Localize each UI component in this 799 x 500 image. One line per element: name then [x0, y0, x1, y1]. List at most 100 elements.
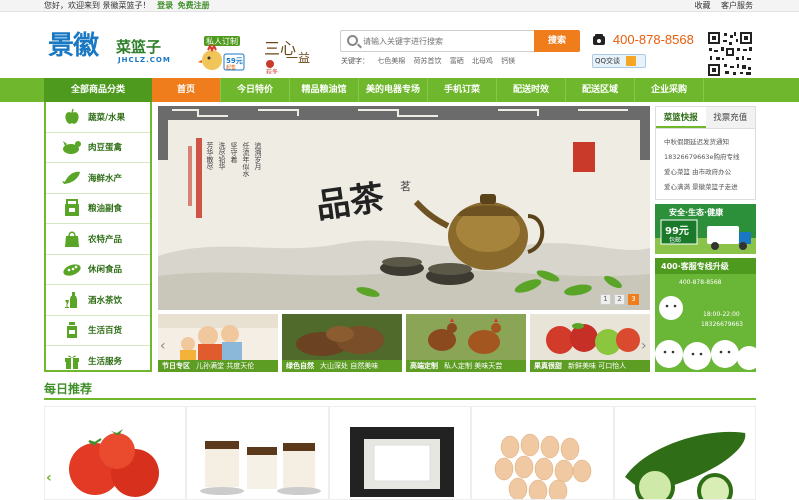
- news-text: 爱心满满 景徽菜篮子走进: [664, 183, 738, 191]
- banner-page-dot[interactable]: 1: [600, 294, 611, 305]
- search-box: 搜索: [340, 30, 580, 52]
- nav-item-grain-oil[interactable]: 精品粮油馆: [290, 78, 359, 102]
- nav-items: 首页 今日特价 精品粮油馆 美的电器专场 手机订菜 配送时效 配送区域 企业采购: [152, 78, 704, 102]
- register-link[interactable]: 免费注册: [178, 1, 210, 10]
- svg-text:私人订制: 私人订制: [206, 36, 238, 46]
- thumb-caption: 绿色自然 大山深处 自然美味: [282, 360, 402, 372]
- category-item[interactable]: 生活百货: [46, 316, 150, 346]
- category-item[interactable]: 酒水茶饮: [46, 285, 150, 316]
- news-item[interactable]: 爱心菜篮 由市政府办公: [664, 165, 755, 180]
- qq-chat-button[interactable]: QQ交谈: [592, 54, 646, 68]
- category-item[interactable]: 粮油副食: [46, 194, 150, 224]
- gift-box-icon: [62, 352, 82, 370]
- category-label: 海鲜水产: [88, 173, 123, 184]
- category-label: 蔬菜/水果: [88, 112, 126, 123]
- customer-service-link[interactable]: 客户服务: [721, 1, 753, 10]
- banner-page-dot[interactable]: 2: [614, 294, 625, 305]
- promo-badge-chicken[interactable]: 私人订制 59元 起售: [196, 30, 248, 76]
- hot-keyword[interactable]: 北母鸡: [472, 57, 493, 65]
- search-icon: [347, 35, 358, 46]
- news-item[interactable]: 18326679663e购府专线: [664, 150, 755, 165]
- delivery-ad[interactable]: 安全·生态·健康 99元 包邮: [655, 204, 756, 254]
- thumb-caption: 高端定制 私人定制 美味天尝: [406, 360, 526, 372]
- tab-recharge[interactable]: 找票充值: [705, 107, 755, 128]
- category-label: 粮油副食: [88, 204, 123, 215]
- nav-item-enterprise[interactable]: 企业采购: [635, 78, 704, 102]
- product-card-eggs[interactable]: [471, 406, 614, 500]
- category-label: 农特产品: [88, 234, 123, 245]
- all-categories-button[interactable]: 全部商品分类: [44, 78, 152, 102]
- news-item[interactable]: 爱心满满 景徽菜篮子走进: [664, 180, 755, 195]
- product-card-tofu[interactable]: [328, 406, 472, 500]
- promo-thumbnails: 节日专区 儿孙满堂 共度天伦 绿色自然 大山深处 自然美味 高端定制 私人定制 美味天…: [158, 314, 650, 372]
- chevron-left-icon[interactable]: ‹: [160, 338, 166, 354]
- phone-icon: [593, 33, 605, 45]
- category-item[interactable]: 生活服务: [46, 346, 150, 377]
- chevron-left-icon[interactable]: ‹: [46, 470, 52, 486]
- banner-poem-line: 洗尽铅华: [218, 141, 226, 171]
- banner-poem-line: 芳华散尽: [206, 141, 214, 171]
- qr-code: [706, 30, 754, 78]
- top-bar: 您好，欢迎来到 景徽菜篮子！ 登录 免费注册 收藏 客户服务: [0, 0, 799, 12]
- news-item[interactable]: 中秋假期延迟发货通知: [664, 135, 755, 150]
- thumb-title: 果真很甜: [534, 362, 562, 370]
- grain-bag-icon: [62, 199, 82, 217]
- thumb-title: 节日专区: [162, 362, 190, 370]
- chicken-icon: [62, 138, 82, 156]
- search-button[interactable]: 搜索: [534, 30, 580, 52]
- category-item[interactable]: 蔬菜/水果: [46, 102, 150, 133]
- chevron-right-icon[interactable]: ›: [641, 338, 647, 354]
- login-link[interactable]: 登录: [157, 1, 173, 10]
- hot-keyword[interactable]: 荷苏首饮: [413, 57, 441, 65]
- promo-thumb-natural[interactable]: 绿色自然 大山深处 自然美味: [282, 314, 402, 372]
- hot-keyword[interactable]: 钙镁: [501, 57, 515, 65]
- banner-page-dot-active[interactable]: 3: [628, 294, 639, 305]
- phone-number: 400-878-8568: [612, 32, 694, 47]
- product-card-tomato[interactable]: [44, 406, 187, 500]
- category-item[interactable]: 海鲜水产: [46, 163, 150, 194]
- site-logo[interactable]: 景徽 菜篮子 JHCLZ.COM: [48, 32, 178, 72]
- thumb-subtitle: 私人定制 美味天尝: [444, 362, 503, 370]
- category-item[interactable]: 农特产品: [46, 224, 150, 255]
- delivery-unit: 包邮: [669, 236, 681, 244]
- hotline-mobile: 18326679663: [701, 321, 743, 328]
- welcome-text: 您好，欢迎来到 景徽菜篮子！: [44, 1, 151, 10]
- apple-icon: [62, 108, 82, 126]
- product-card-tofu-dish[interactable]: [186, 406, 329, 500]
- product-card-cucumber[interactable]: [613, 406, 756, 500]
- phone-contact: 400-878-8568: [592, 32, 694, 52]
- hero-banner[interactable]: 追溯岁月 任流年似水 坚守着 洗尽铅华 芳华散尽 品茶 茗: [158, 106, 650, 310]
- header: 景徽 菜篮子 JHCLZ.COM 私人订制 59元 起售 三心 一益 荻冬 搜索…: [0, 12, 799, 78]
- promo-thumb-custom[interactable]: 高端定制 私人定制 美味天尝: [406, 314, 526, 372]
- thumb-title: 高端定制: [410, 362, 438, 370]
- news-text: 18326679663e购府专线: [664, 153, 740, 161]
- svg-text:荻冬: 荻冬: [266, 68, 278, 74]
- category-sidebar: 蔬菜/水果 肉豆蛋禽 海鲜水产 粮油副食 农特产品 休闲食品 酒水茶饮 生活百货…: [44, 102, 152, 372]
- category-item[interactable]: 肉豆蛋禽: [46, 133, 150, 163]
- nav-item-home[interactable]: 首页: [152, 78, 221, 102]
- hot-keyword[interactable]: 富硒: [450, 57, 464, 65]
- nav-item-delivery-time[interactable]: 配送时效: [497, 78, 566, 102]
- promo-badge-seal[interactable]: 三心 一益 荻冬: [262, 32, 312, 76]
- search-input[interactable]: [363, 33, 523, 49]
- banner-poem-line: 坚守着: [230, 141, 238, 164]
- category-label: 酒水茶饮: [88, 295, 123, 306]
- section-title: 每日推荐: [44, 382, 93, 396]
- nav-item-mobile-order[interactable]: 手机订菜: [428, 78, 497, 102]
- hotline-phone: 400-878-8568: [679, 279, 722, 286]
- category-item[interactable]: 休闲食品: [46, 255, 150, 285]
- tab-news[interactable]: 菜篮快报: [656, 107, 706, 128]
- nav-item-appliances[interactable]: 美的电器专场: [359, 78, 428, 102]
- thumb-caption: 果真很甜 新鲜美味 可口怡人: [530, 360, 650, 372]
- nav-item-delivery-area[interactable]: 配送区域: [566, 78, 635, 102]
- promo-thumb-holiday[interactable]: 节日专区 儿孙满堂 共度天伦: [158, 314, 278, 372]
- hot-keyword[interactable]: 七色美棉: [377, 57, 405, 65]
- favorite-link[interactable]: 收藏: [694, 1, 710, 10]
- svg-text:59元: 59元: [226, 57, 243, 65]
- news-panel: 菜篮快报 找票充值 中秋假期延迟发货通知 18326679663e购府专线 爱心…: [655, 106, 756, 200]
- hot-keywords-label: 关键字：: [341, 57, 369, 65]
- hotline-ad[interactable]: 400·客服专线升级 400-878-8568 18:00-22:00 1832…: [655, 258, 756, 372]
- hot-keywords: 关键字： 七色美棉 荷苏首饮 富硒 北母鸡 钙镁: [341, 56, 521, 66]
- promo-thumb-fruit[interactable]: 果真很甜 新鲜美味 可口怡人: [530, 314, 650, 372]
- nav-item-specials[interactable]: 今日特价: [221, 78, 290, 102]
